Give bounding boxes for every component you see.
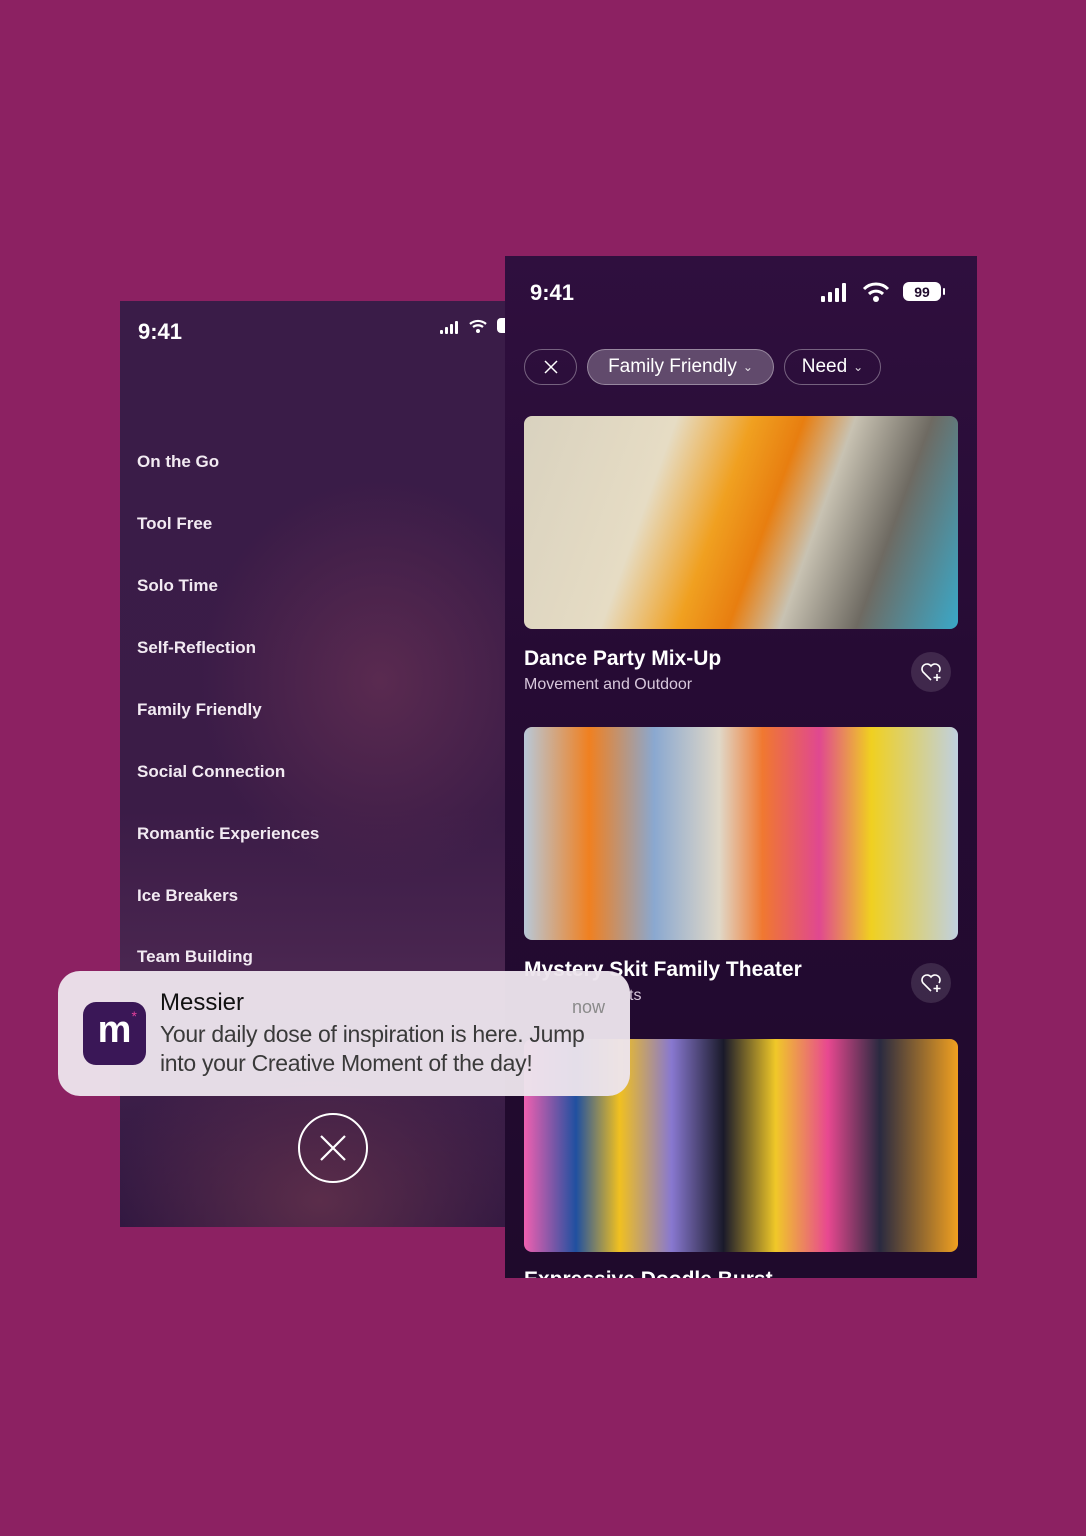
close-icon	[543, 360, 558, 374]
close-menu-button[interactable]	[298, 1113, 368, 1183]
card-title[interactable]: Dance Party Mix-Up	[524, 647, 721, 671]
battery-level: 99	[914, 283, 930, 300]
notification-time: now	[571, 997, 605, 1017]
menu-item-tool-free[interactable]: Tool Free	[137, 514, 212, 534]
menu-item-social-connection[interactable]: Social Connection	[137, 762, 285, 782]
app-icon-letter: m	[97, 1009, 132, 1051]
filter-chip-need[interactable]: Need ⌄	[784, 349, 881, 385]
close-icon	[320, 1135, 346, 1161]
notification-body: Your daily dose of inspiration is here. …	[160, 1021, 585, 1076]
card-image-mystery-skit[interactable]	[524, 727, 958, 940]
push-notification[interactable]: m * Messier now Your daily dose of inspir…	[58, 971, 630, 1096]
status-time: 9:41	[138, 319, 183, 344]
app-icon: m *	[83, 1002, 146, 1065]
heart-plus-icon	[921, 663, 941, 681]
menu-item-self-reflection[interactable]: Self-Reflection	[137, 638, 256, 658]
status-time: 9:41	[530, 280, 575, 305]
signal-icon	[821, 283, 846, 302]
wifi-icon	[862, 282, 890, 302]
chip-label: Family Friendly	[608, 356, 737, 377]
chip-label: Need	[801, 356, 848, 377]
signal-icon	[440, 321, 458, 334]
menu-item-solo-time[interactable]: Solo Time	[137, 576, 218, 596]
menu-item-team-building[interactable]: Team Building	[137, 947, 253, 967]
filter-chip-family-friendly[interactable]: Family Friendly ⌄	[587, 349, 774, 385]
heart-plus-icon	[921, 974, 941, 992]
chevron-down-icon: ⌄	[742, 360, 753, 374]
card-subtitle: Movement and Outdoor	[524, 676, 693, 693]
favorite-button[interactable]	[911, 652, 951, 692]
card-image-dance-party[interactable]	[524, 416, 958, 629]
status-bar: 9:41	[120, 301, 510, 361]
battery-indicator: 99	[903, 282, 945, 301]
card-subtitle: ts	[629, 987, 642, 1004]
card-title[interactable]: Expressive Doodle Burst	[524, 1268, 773, 1278]
activity-list-screen: 9:41 99 Family Friendly ⌄ Need ⌄ Dance Par…	[505, 256, 977, 1278]
menu-item-romantic-experiences[interactable]: Romantic Experiences	[137, 824, 319, 844]
clear-filters-button[interactable]	[524, 349, 577, 385]
menu-item-family-friendly[interactable]: Family Friendly	[137, 700, 262, 720]
favorite-button[interactable]	[911, 963, 951, 1003]
wifi-icon	[469, 319, 487, 333]
sparkle-icon: *	[131, 1008, 137, 1024]
menu-item-ice-breakers[interactable]: Ice Breakers	[137, 886, 238, 906]
menu-item-on-the-go[interactable]: On the Go	[137, 452, 219, 472]
chevron-down-icon: ⌄	[853, 360, 864, 374]
status-bar: 9:41 99	[505, 256, 977, 316]
notification-app-name: Messier	[160, 989, 245, 1016]
